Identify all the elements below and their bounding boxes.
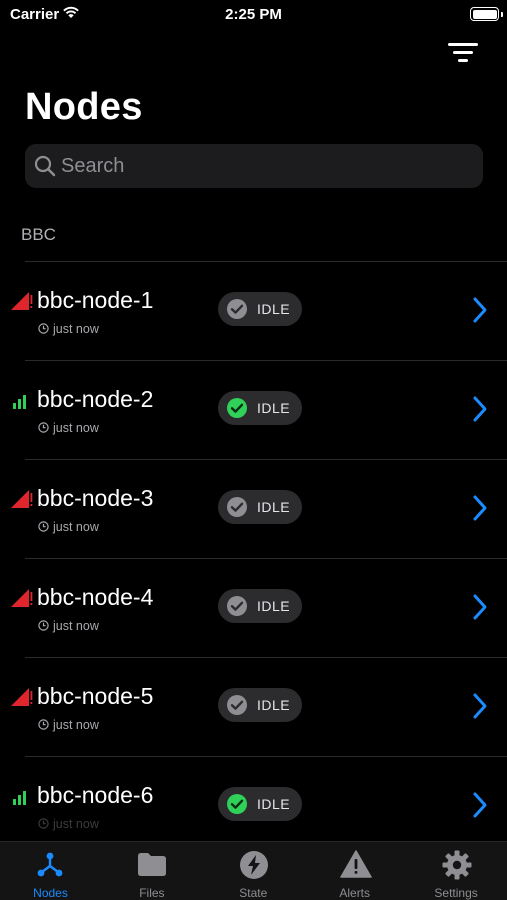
gear-icon: [442, 850, 472, 885]
no-signal-icon: [11, 489, 33, 509]
node-name: bbc-node-5: [37, 683, 154, 709]
tab-label: Nodes: [33, 886, 68, 900]
search-input[interactable]: [61, 144, 461, 188]
bolt-icon: [239, 850, 269, 885]
tab-label: State: [239, 886, 268, 900]
battery-icon: [470, 7, 503, 21]
page-title: Nodes: [25, 86, 143, 128]
status-badge: IDLE: [218, 787, 302, 821]
node-name: bbc-node-4: [37, 584, 154, 610]
network-icon: [36, 850, 64, 883]
status-label: IDLE: [257, 301, 291, 317]
clock-icon: [38, 719, 49, 730]
clock-icon: [38, 323, 49, 334]
tab-label: Alerts: [339, 886, 371, 900]
status-label: IDLE: [257, 598, 291, 614]
row-divider: [25, 459, 507, 460]
node-name: bbc-node-1: [37, 287, 154, 313]
full-signal-icon: [11, 786, 33, 806]
row-divider: [25, 360, 507, 361]
checkmark-circle-icon: [227, 596, 247, 616]
chevron-right-icon[interactable]: [470, 593, 490, 621]
checkmark-circle-icon: [227, 398, 247, 418]
row-divider: [25, 657, 507, 658]
filter-icon-line: [453, 51, 473, 54]
row-divider: [25, 558, 507, 559]
node-row[interactable]: bbc-node-5 just now IDLE: [0, 657, 507, 756]
status-badge: IDLE: [218, 589, 302, 623]
row-divider: [25, 261, 507, 262]
filter-icon-line: [458, 59, 468, 62]
node-time: just now: [53, 421, 99, 435]
node-name: bbc-node-2: [37, 386, 154, 412]
full-signal-icon: [11, 390, 33, 410]
clock-icon: [38, 422, 49, 433]
status-time: 2:25 PM: [225, 6, 282, 23]
node-time: just now: [53, 619, 99, 633]
status-bar: Carrier 2:25 PM: [0, 0, 507, 30]
no-signal-icon: [11, 687, 33, 707]
tab-bar: Nodes Files State Alerts Settings: [0, 841, 507, 900]
filter-button[interactable]: [446, 40, 480, 66]
clock-icon: [38, 521, 49, 532]
chevron-right-icon[interactable]: [470, 791, 490, 819]
node-time: just now: [53, 718, 99, 732]
tab-settings[interactable]: Settings: [406, 842, 507, 900]
node-time: just now: [53, 322, 99, 336]
status-label: IDLE: [257, 697, 291, 713]
node-row[interactable]: bbc-node-2 just now IDLE: [0, 360, 507, 459]
status-badge: IDLE: [218, 490, 302, 524]
status-label: IDLE: [257, 400, 291, 416]
clock-icon: [38, 818, 49, 829]
checkmark-circle-icon: [227, 299, 247, 319]
chevron-right-icon[interactable]: [470, 296, 490, 324]
section-header: BBC: [21, 225, 56, 244]
chevron-right-icon[interactable]: [470, 692, 490, 720]
tab-files[interactable]: Files: [101, 842, 202, 900]
node-name: bbc-node-3: [37, 485, 154, 511]
folder-icon: [137, 850, 167, 883]
status-badge: IDLE: [218, 391, 302, 425]
node-time: just now: [53, 520, 99, 534]
node-time: just now: [53, 817, 99, 831]
status-badge: IDLE: [218, 688, 302, 722]
warning-icon: [340, 850, 372, 883]
search-bar[interactable]: [25, 144, 483, 188]
checkmark-circle-icon: [227, 497, 247, 517]
status-label: IDLE: [257, 499, 291, 515]
tab-alerts[interactable]: Alerts: [304, 842, 405, 900]
node-name: bbc-node-6: [37, 782, 154, 808]
tab-label: Files: [139, 886, 165, 900]
checkmark-circle-icon: [227, 695, 247, 715]
chevron-right-icon[interactable]: [470, 494, 490, 522]
tab-label: Settings: [434, 886, 478, 900]
node-row[interactable]: bbc-node-3 just now IDLE: [0, 459, 507, 558]
node-row[interactable]: bbc-node-4 just now IDLE: [0, 558, 507, 657]
no-signal-icon: [11, 588, 33, 608]
row-divider: [25, 756, 507, 757]
status-label: IDLE: [257, 796, 291, 812]
tab-state[interactable]: State: [203, 842, 304, 900]
checkmark-circle-icon: [227, 794, 247, 814]
status-badge: IDLE: [218, 292, 302, 326]
node-row[interactable]: bbc-node-1 just now IDLE: [0, 261, 507, 360]
filter-icon: [448, 43, 478, 46]
no-signal-icon: [11, 291, 33, 311]
clock-icon: [38, 620, 49, 631]
chevron-right-icon[interactable]: [470, 395, 490, 423]
tab-nodes[interactable]: Nodes: [0, 842, 101, 900]
search-icon: [34, 155, 56, 177]
